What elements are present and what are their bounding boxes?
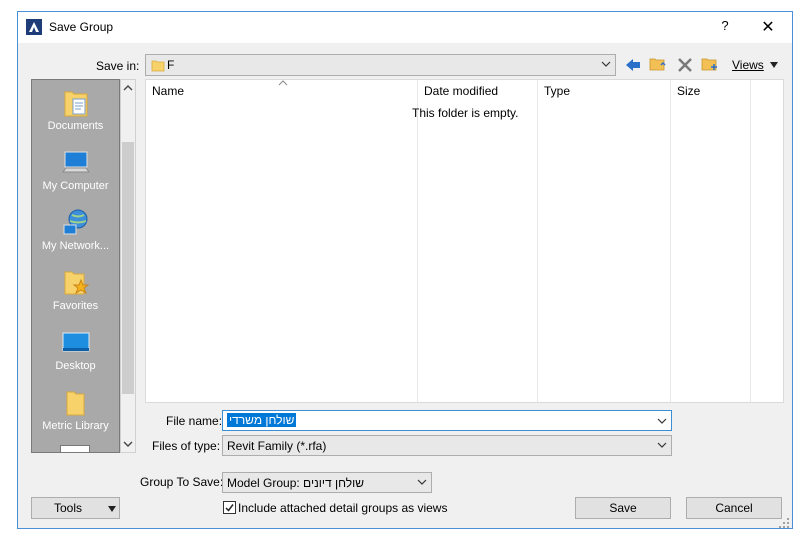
place-label: My Computer [42,180,109,192]
folder-icon [66,391,85,416]
places-scrollbar[interactable] [120,79,136,453]
group-to-save-value: Model Group: שולחן דיונים [227,476,364,490]
file-name-label: File name: [166,414,223,428]
network-icon [63,209,88,235]
column-header-date-modified[interactable]: Date modified [424,84,498,98]
checkmark-icon [225,504,234,512]
delete-icon[interactable] [676,56,694,74]
chevron-down-icon [657,442,667,448]
place-label: Favorites [52,300,99,312]
place-documents[interactable]: Documents [32,82,119,142]
save-in-value: F [167,58,175,72]
column-divider [537,80,538,402]
chevron-down-icon [601,61,611,67]
views-button[interactable]: Views [732,58,764,72]
resize-grip-icon[interactable] [778,517,790,529]
computer-icon [62,151,90,173]
sort-ascending-icon [278,80,288,86]
revit-app-icon [26,19,42,35]
place-label: Metric Library [42,420,109,432]
dialog-title: Save Group [49,20,114,34]
up-folder-icon[interactable] [649,55,667,73]
file-type-label: Files of type: [152,439,221,453]
close-button[interactable]: ✕ [758,17,778,37]
column-divider [417,80,418,402]
tools-button-label: Tools [54,501,83,515]
column-header-type[interactable]: Type [544,84,570,98]
views-dropdown-arrow-icon[interactable] [769,61,779,69]
documents-icon [64,91,88,117]
empty-folder-message: This folder is empty. [412,106,519,120]
place-desktop[interactable]: Desktop [32,322,119,382]
folder-icon [151,60,165,72]
file-type-dropdown[interactable]: Revit Family (*.rfa) [222,435,672,456]
place-label: Documents [47,120,104,132]
favorites-icon [64,271,90,295]
chevron-down-icon [417,479,427,485]
partial-place-icon [60,445,90,452]
column-divider [670,80,671,402]
scroll-down-icon[interactable] [123,440,133,448]
group-to-save-label: Group To Save: [140,475,224,489]
file-type-value: Revit Family (*.rfa) [227,439,327,453]
chevron-down-icon[interactable] [657,416,667,426]
column-header-size[interactable]: Size [677,84,700,98]
places-bar: Documents My Computer My Network... Favo… [31,79,120,453]
place-metric-library[interactable]: Metric Library [32,382,119,442]
save-in-dropdown[interactable]: F [145,54,616,76]
dropdown-arrow-icon [108,506,116,512]
back-arrow-icon[interactable] [624,56,642,74]
scroll-up-icon[interactable] [123,84,133,92]
save-button[interactable]: Save [575,497,671,519]
save-in-label: Save in: [96,59,140,73]
column-header-name[interactable]: Name [152,84,184,98]
file-name-input[interactable]: שולחן משרדי [222,410,672,431]
title-bar: Save Group ? ✕ [18,12,792,43]
desktop-icon [62,332,90,352]
place-my-computer[interactable]: My Computer [32,142,119,202]
place-label: Desktop [55,360,96,372]
place-my-network[interactable]: My Network... [32,202,119,262]
column-divider [750,80,751,402]
save-group-dialog: Save Group ? ✕ Save in: F Views Document… [17,11,793,529]
cancel-button[interactable]: Cancel [686,497,782,519]
include-attached-checkbox[interactable] [223,501,236,514]
scroll-thumb[interactable] [122,142,134,394]
place-label: My Network... [41,240,110,252]
tools-button[interactable]: Tools [31,497,120,519]
group-to-save-dropdown[interactable]: Model Group: שולחן דיונים [222,472,432,493]
file-list[interactable]: Name Date modified Type Size This folder… [145,79,784,403]
help-button[interactable]: ? [718,18,732,36]
file-name-value: שולחן משרדי [227,413,297,427]
include-attached-label[interactable]: Include attached detail groups as views [238,501,447,515]
new-folder-icon[interactable] [701,55,719,73]
place-favorites[interactable]: Favorites [32,262,119,322]
